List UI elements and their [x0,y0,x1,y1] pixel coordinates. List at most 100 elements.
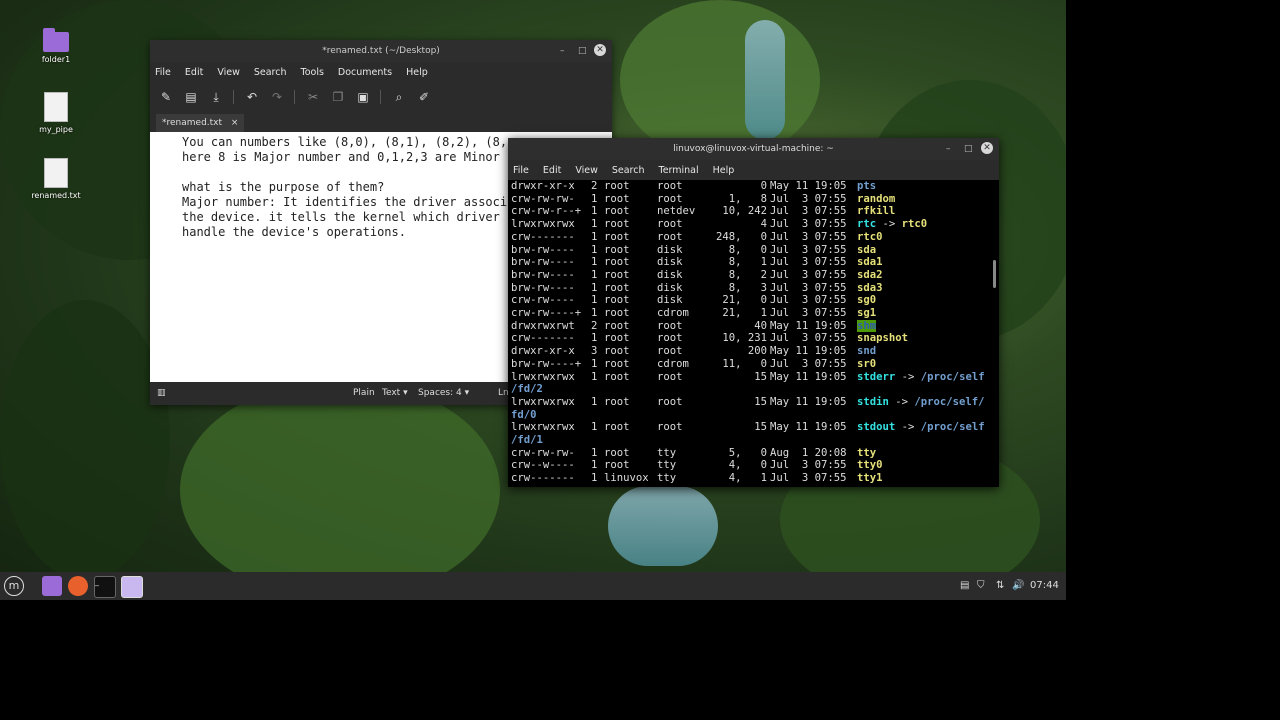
file-permissions: crw--w---- [511,459,575,472]
menu-search[interactable]: Search [612,165,645,176]
menu-search[interactable]: Search [254,67,287,78]
file-permissions: brw-rw---- [511,268,575,281]
file-permissions: brw-rw---- [511,256,575,269]
cut-icon[interactable]: ✂ [305,90,321,104]
undo-icon[interactable]: ↶ [244,90,260,104]
file-owner: root [604,357,630,370]
copy-icon[interactable]: ❐ [330,90,346,104]
file-permissions: lrwxrwxrwx [511,370,575,383]
link-count: 1 [591,472,598,485]
menu-tools[interactable]: Tools [301,67,324,78]
close-icon[interactable]: ✕ [981,142,993,154]
symlink-arrow: -> [876,218,902,231]
save-icon[interactable]: ⤓ [208,90,224,105]
file-size: 40 [754,319,767,332]
terminal-output[interactable]: drwxr-xr-x 2 root root 0 May 11 19:05 pts crw-r… [511,180,991,485]
terminal-icon[interactable]: _ [94,576,116,598]
file-date: May 11 19:05 [770,395,847,408]
find-icon[interactable]: ⌕ [391,90,407,105]
file-owner: root [604,395,630,408]
scrollbar-thumb[interactable] [993,260,996,288]
file-size: 4, 0 [728,459,767,472]
clipboard-icon[interactable]: ▤ [960,572,969,600]
tools-icon[interactable]: ✐ [416,90,432,104]
menu-view[interactable]: View [217,67,240,78]
file-group: disk [657,256,683,269]
menu-help[interactable]: Help [713,165,735,176]
maximize-icon[interactable]: □ [964,138,973,160]
file-name: sg0 [857,294,877,307]
link-count: 1 [591,370,598,383]
taskbar: m _ ▤ ⛉ ⇅ 🔊 07:44 [0,572,1066,600]
redo-icon[interactable]: ↷ [269,90,285,104]
file-group: root [657,218,683,231]
file-date: Jul 3 07:55 [770,243,847,256]
shield-icon[interactable]: ⛉ [977,572,985,600]
link-count: 1 [591,307,598,319]
file-permissions: lrwxrwxrwx [511,395,575,408]
file-name-cell: random [857,193,895,206]
file-permissions: lrwxrwxrwx [511,421,575,434]
river-background [745,20,785,140]
folder-icon [43,28,69,52]
menu-file[interactable]: File [155,67,171,78]
menu-icon[interactable]: m [4,576,24,596]
file-permissions: drwxr-xr-x [511,180,575,192]
file-date: Aug 1 20:08 [770,446,847,459]
volume-icon[interactable]: 🔊 [1012,572,1024,600]
files-icon[interactable] [42,576,62,596]
file-size: 1, 8 [728,192,767,205]
file-name: sda2 [857,268,883,281]
terminal-window: linuvox@linuvox-virtual-machine: ~ – □ ✕… [508,138,999,487]
maximize-icon[interactable]: □ [578,40,587,62]
file-permissions: crw-rw-r--+ [511,205,582,218]
file-group: disk [657,294,683,307]
file-size: 8, 3 [728,281,767,294]
terminal-titlebar[interactable]: linuvox@linuvox-virtual-machine: ~ – □ ✕ [508,138,999,160]
file-name-cell: tty [857,447,876,460]
minimize-icon[interactable]: – [946,138,951,160]
close-icon[interactable]: ✕ [594,44,606,56]
new-document-icon[interactable]: ✎ [158,90,174,104]
menu-edit[interactable]: Edit [543,165,561,176]
desktop-icon-renamed-txt[interactable]: renamed.txt [21,158,91,200]
file-size: 10, 231 [722,332,767,345]
syntax-plain[interactable]: Plain [353,382,375,405]
tab-renamed-txt[interactable]: *renamed.txt × [156,114,245,134]
file-date: Jul 3 07:55 [770,294,847,307]
file-permissions: crw------- [511,332,575,345]
menu-edit[interactable]: Edit [185,67,203,78]
tab-close-icon[interactable]: × [231,118,239,128]
file-permissions: drwxr-xr-x [511,345,575,358]
toolbar-separator [233,90,234,104]
clock[interactable]: 07:44 [1030,572,1059,600]
file-group: tty [657,446,677,459]
file-name-cell: rtc0 [857,231,883,244]
menu-documents[interactable]: Documents [338,67,392,78]
open-icon[interactable]: ▤ [183,90,199,104]
text-line: Major number: It identifies the driver a… [182,195,508,209]
link-count: 1 [591,230,598,243]
menu-file[interactable]: File [513,165,529,176]
menu-view[interactable]: View [575,165,598,176]
text-line: the device. it tells the kernel which dr… [182,210,500,224]
terminal-scrollbar[interactable] [992,180,997,485]
menu-help[interactable]: Help [406,67,428,78]
spaces-dropdown[interactable]: Spaces: 4 ▾ [418,382,469,405]
paste-icon[interactable]: ▣ [355,90,371,104]
desktop-icon-folder1[interactable]: folder1 [21,28,91,64]
file-group: tty [657,472,677,485]
file-date: Jul 3 07:55 [770,332,847,345]
sidebar-toggle-icon[interactable]: ▥ [157,382,166,405]
menu-terminal[interactable]: Terminal [659,165,699,176]
file-owner: root [604,268,630,281]
desktop: folder1 my_pipe renamed.txt *renamed.txt… [0,0,1066,600]
syntax-dropdown[interactable]: Text ▾ [382,382,408,405]
firefox-icon[interactable] [68,576,88,596]
editor-titlebar[interactable]: *renamed.txt (~/Desktop) – □ ✕ [150,40,612,62]
text-line: handle the device's operations. [182,225,406,239]
network-icon[interactable]: ⇅ [996,572,1004,600]
minimize-icon[interactable]: – [560,40,565,62]
text-editor-icon[interactable] [121,576,143,598]
desktop-icon-my-pipe[interactable]: my_pipe [21,92,91,134]
